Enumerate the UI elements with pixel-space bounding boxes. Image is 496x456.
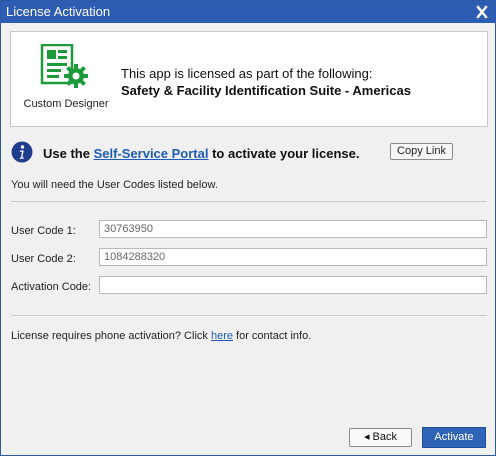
user-code-1-label: User Code 1: (11, 225, 76, 237)
licensed-text: This app is licensed as part of the foll… (121, 66, 373, 81)
phone-prefix: License requires phone activation? Click (11, 330, 211, 342)
instruction-prefix: Use the (43, 146, 94, 161)
activate-button[interactable]: Activate (422, 427, 486, 448)
info-icon (11, 141, 33, 163)
user-code-2-label: User Code 2: (11, 253, 76, 265)
user-code-2-field[interactable] (99, 248, 487, 266)
self-service-portal-link[interactable]: Self-Service Portal (94, 146, 209, 161)
window-title: License Activation (6, 4, 111, 19)
user-code-1-field[interactable] (99, 220, 487, 238)
activation-code-label: Activation Code: (11, 281, 92, 293)
license-activation-window: License Activation Custom Designer This … (0, 0, 496, 456)
phone-activation-text: License requires phone activation? Click… (11, 330, 311, 342)
product-name: Custom Designer (23, 98, 109, 110)
suite-name: Safety & Facility Identification Suite -… (121, 83, 411, 98)
phone-suffix: for contact info. (232, 330, 312, 342)
copy-link-button[interactable]: Copy Link (390, 143, 453, 160)
custom-designer-icon (40, 43, 90, 90)
instruction-suffix: to activate your license. (208, 146, 360, 161)
need-codes-text: You will need the User Codes listed belo… (11, 179, 218, 191)
close-button[interactable] (474, 3, 490, 21)
contact-info-link[interactable]: here (211, 330, 233, 342)
title-bar: License Activation (1, 1, 495, 23)
activation-code-field[interactable] (99, 276, 487, 294)
divider (11, 315, 487, 316)
divider (11, 201, 487, 202)
close-icon (476, 5, 488, 19)
back-button[interactable]: ◂ Back (349, 428, 412, 447)
portal-instruction: Use the Self-Service Portal to activate … (43, 146, 359, 161)
license-info-panel: Custom Designer This app is licensed as … (10, 31, 488, 127)
